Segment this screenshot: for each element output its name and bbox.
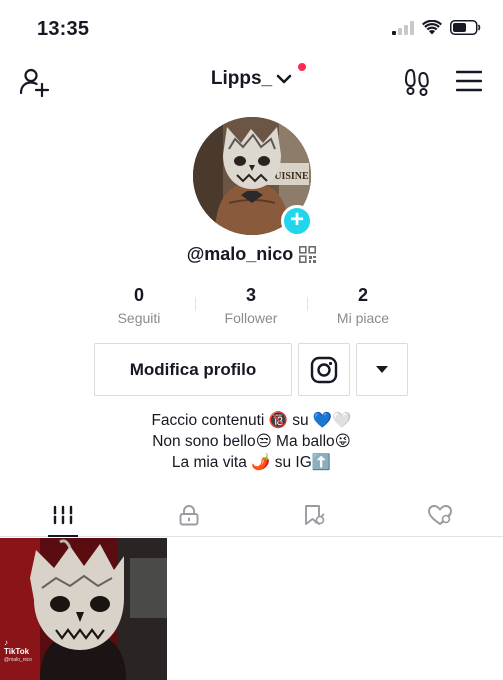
bio-line: La mia vita 🌶️ su IG⬆️	[171, 454, 332, 471]
username-row: @malo_nico	[0, 244, 503, 265]
grid-icon	[52, 505, 73, 524]
chevron-down-icon	[276, 74, 292, 84]
edit-profile-button[interactable]: Modifica profilo	[94, 343, 292, 396]
bio-line: Faccio contenuti 🔞 su 💙🤍	[151, 412, 352, 429]
tiktok-watermark-label: TikTok	[4, 647, 30, 656]
stat-followers-count: 3	[245, 285, 256, 305]
stat-likes-label: Mi piace	[336, 310, 390, 326]
status-time: 13:35	[37, 18, 90, 40]
avatar-container[interactable]: CUISINE +	[193, 117, 313, 237]
qr-code-icon[interactable]	[299, 246, 317, 263]
battery-icon	[450, 20, 481, 35]
stat-likes-count: 2	[357, 285, 368, 305]
status-bar: 13:35	[0, 0, 503, 56]
bookmark-icon	[305, 504, 326, 525]
cellular-signal-icon	[392, 20, 414, 35]
instagram-icon	[310, 356, 338, 383]
tab-liked[interactable]	[377, 493, 503, 536]
stat-following[interactable]: 0 Seguiti	[83, 284, 195, 330]
stat-likes[interactable]: 2 Mi piace	[307, 284, 419, 330]
top-nav: Lipps_	[0, 56, 503, 106]
tiktok-watermark: ♪ TikTok @malo_nico	[4, 638, 32, 663]
stat-following-label: Seguiti	[117, 310, 161, 326]
wifi-icon	[422, 20, 442, 35]
instagram-button[interactable]	[298, 343, 350, 396]
tab-private[interactable]	[126, 493, 252, 536]
liked-heart-icon	[428, 504, 453, 525]
profile-stats: 0 Seguiti 3 Follower 2 Mi piace	[83, 284, 419, 330]
add-avatar-button[interactable]: +	[281, 205, 313, 237]
status-icons	[392, 20, 481, 35]
username: @malo_nico	[186, 244, 294, 264]
stat-followers-label: Follower	[224, 310, 278, 326]
profile-actions: Modifica profilo	[94, 343, 408, 396]
lock-icon	[179, 504, 199, 525]
caret-down-icon	[376, 365, 388, 373]
menu-icon[interactable]	[456, 69, 482, 93]
tab-videos[interactable]	[0, 493, 126, 537]
stat-followers[interactable]: 3 Follower	[195, 284, 307, 330]
video-grid: ♪ TikTok @malo_nico	[0, 538, 503, 680]
tiktok-watermark-user: @malo_nico	[4, 657, 32, 663]
tab-saved[interactable]	[252, 493, 378, 536]
video-thumbnail[interactable]: ♪ TikTok @malo_nico	[0, 538, 167, 680]
bio-line: Non sono bello😒 Ma ballo😜	[152, 433, 351, 450]
account-name: Lipps_	[210, 68, 273, 89]
more-options-button[interactable]	[356, 343, 408, 396]
footprints-icon[interactable]	[402, 67, 432, 97]
bio: Faccio contenuti 🔞 su 💙🤍 Non sono bello😒…	[0, 410, 503, 473]
stat-following-count: 0	[133, 285, 144, 305]
notification-dot	[298, 63, 307, 71]
profile-tabs	[0, 493, 503, 537]
